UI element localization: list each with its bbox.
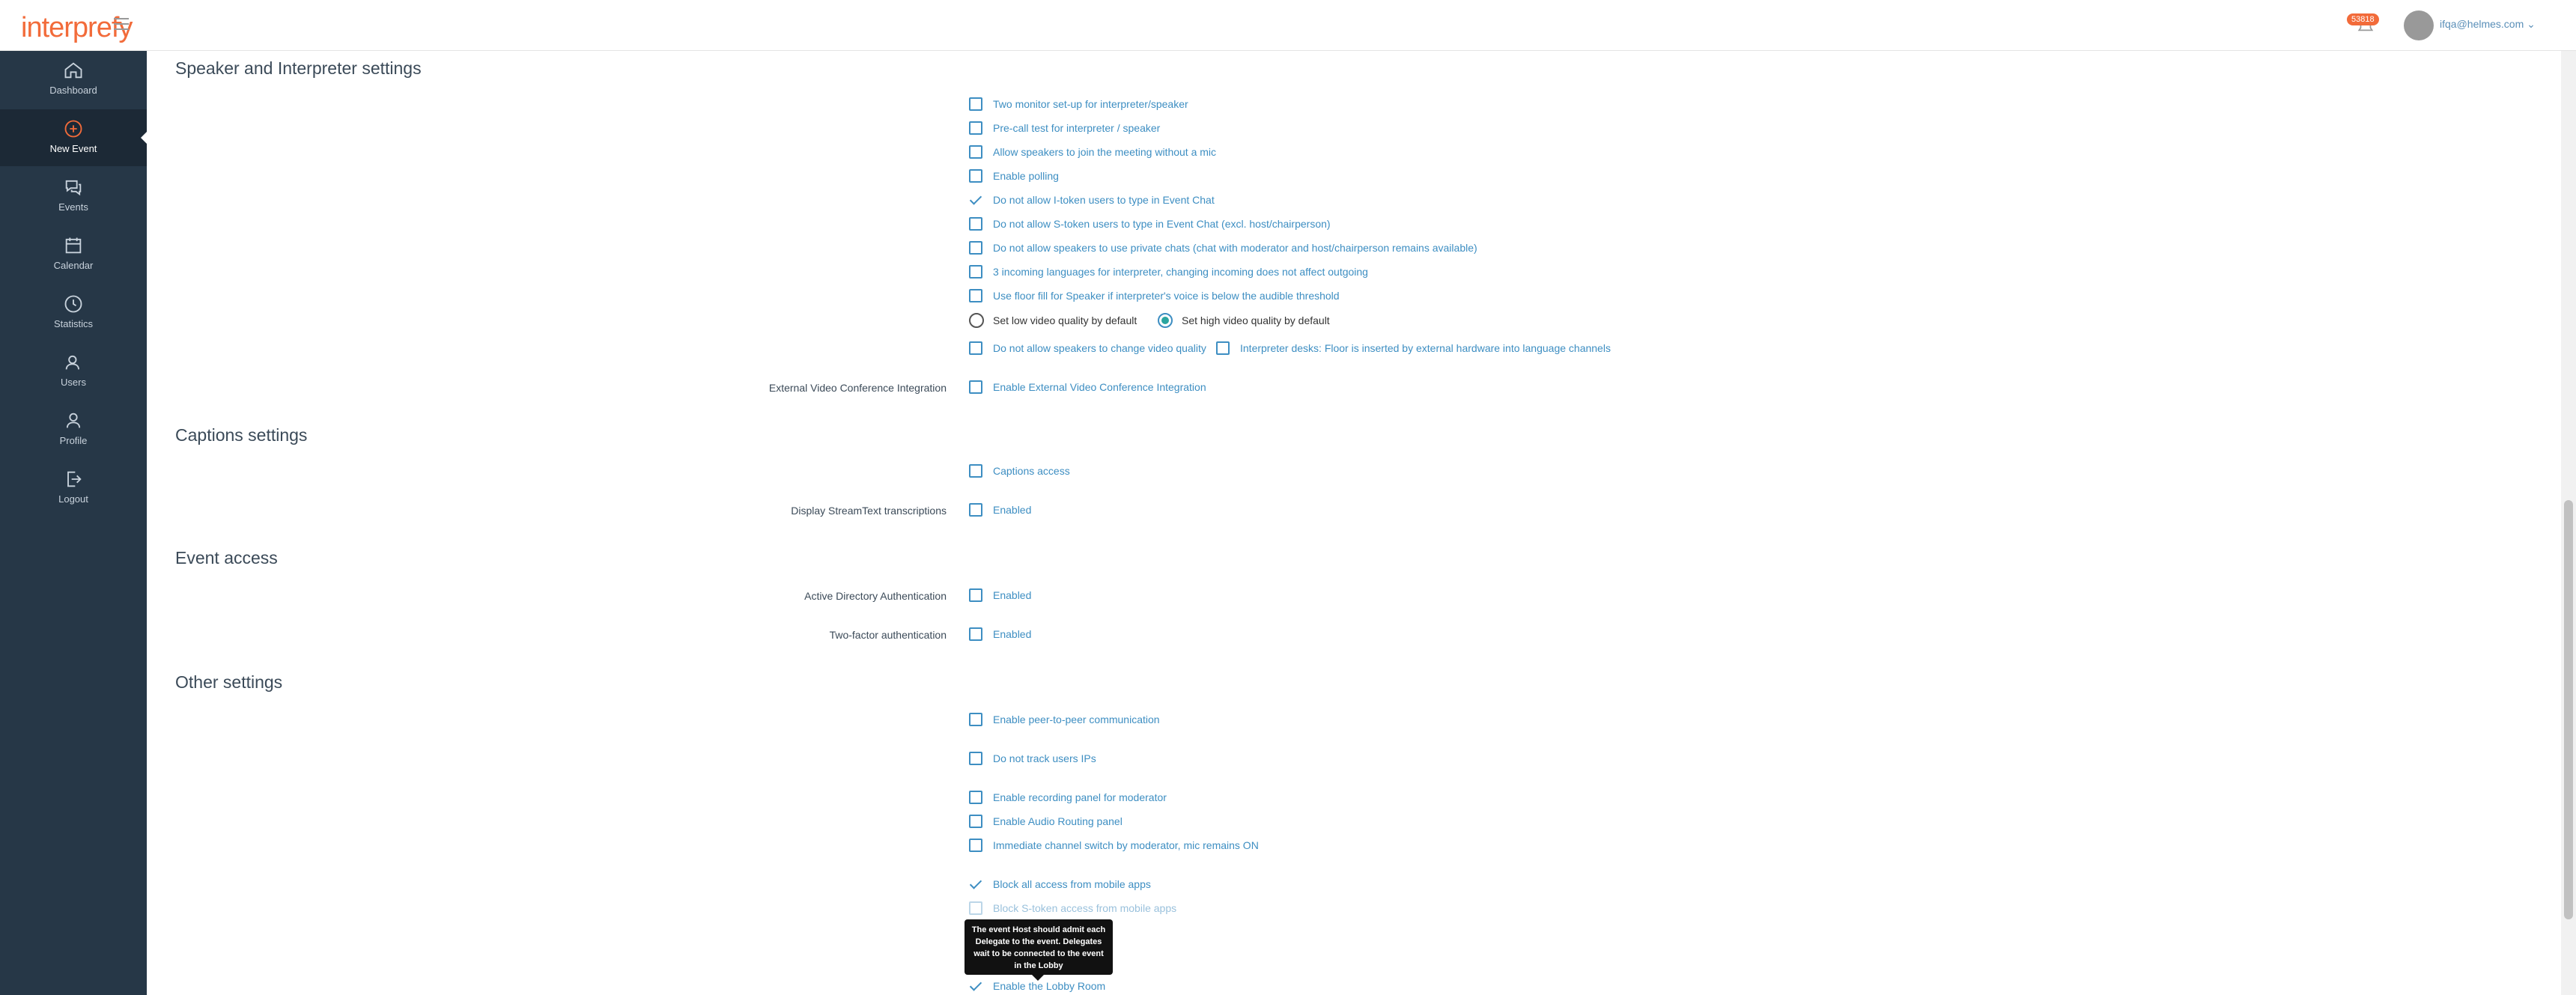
external-integration-label: External Video Conference Integration (768, 382, 947, 394)
home-icon (64, 62, 82, 79)
plus-circle-icon (64, 120, 82, 138)
option-channel-switch[interactable]: Immediate channel switch by moderator, m… (969, 839, 1259, 852)
checkbox-checked[interactable] (969, 193, 982, 207)
radio-low-quality[interactable]: Set low video quality by default (969, 313, 1137, 328)
checkbox[interactable] (969, 503, 982, 517)
checkbox[interactable] (969, 121, 982, 135)
option-active-directory[interactable]: Enabled (969, 588, 1031, 602)
section-title-event-access: Event access (175, 548, 278, 568)
scrollbar[interactable] (2561, 51, 2576, 995)
radio-high-quality[interactable]: Set high video quality by default (1158, 313, 1330, 328)
main-content: Speaker and Interpreter settings Two mon… (147, 51, 2557, 995)
option-p2p[interactable]: Enable peer-to-peer communication (969, 713, 1160, 726)
checkbox[interactable] (969, 752, 982, 765)
checkbox[interactable] (969, 588, 982, 602)
sidebar-item-profile[interactable]: Profile (0, 401, 147, 458)
logout-icon (67, 471, 82, 487)
sidebar-item-users[interactable]: Users (0, 343, 147, 400)
checkbox[interactable] (969, 241, 982, 255)
sidebar-item-events[interactable]: Events (0, 168, 147, 225)
option-block-s-token: Block S-token access from mobile apps (969, 901, 1176, 915)
checkbox[interactable] (969, 815, 982, 828)
option-pre-call-test[interactable]: Pre-call test for interpreter / speaker (969, 121, 1160, 135)
checkbox-checked[interactable] (969, 979, 982, 993)
checkbox[interactable] (969, 97, 982, 111)
sidebar-item-label: Events (58, 201, 88, 213)
checkbox-checked[interactable] (969, 877, 982, 891)
active-directory-label: Active Directory Authentication (804, 590, 947, 602)
option-captions-access[interactable]: Captions access (969, 464, 1070, 478)
sidebar-item-label: Dashboard (49, 85, 97, 96)
section-title-captions: Captions settings (175, 425, 308, 445)
option-track-ips[interactable]: Do not track users IPs (969, 752, 1096, 765)
radio-button-selected[interactable] (1158, 313, 1173, 328)
section-title-other: Other settings (175, 672, 283, 692)
streamtext-label: Display StreamText transcriptions (791, 505, 947, 517)
scroll-thumb[interactable] (2564, 500, 2573, 919)
option-lobby-room[interactable]: Enable the Lobby Room (969, 979, 1105, 993)
option-audio-routing[interactable]: Enable Audio Routing panel (969, 815, 1123, 828)
checkbox[interactable] (969, 839, 982, 852)
option-i-token-chat[interactable]: Do not allow I-token users to type in Ev… (969, 193, 1215, 207)
person-icon (66, 413, 81, 428)
checkbox[interactable] (969, 289, 982, 302)
sidebar-item-label: Statistics (53, 318, 93, 329)
sidebar-item-logout[interactable]: Logout (0, 460, 147, 517)
checkbox[interactable] (969, 464, 982, 478)
sidebar-item-dashboard[interactable]: Dashboard (0, 51, 147, 108)
checkbox[interactable] (969, 341, 982, 355)
option-s-token-chat[interactable]: Do not allow S-token users to type in Ev… (969, 217, 1331, 231)
avatar[interactable] (2404, 10, 2434, 40)
option-floor-fill[interactable]: Use floor fill for Speaker if interprete… (969, 289, 1340, 302)
option-three-incoming[interactable]: 3 incoming languages for interpreter, ch… (969, 265, 1368, 279)
checkbox[interactable] (969, 217, 982, 231)
section-title-speaker: Speaker and Interpreter settings (175, 58, 422, 78)
sidebar-item-label: Users (61, 377, 86, 388)
checkbox[interactable] (969, 791, 982, 804)
checkbox[interactable] (969, 713, 982, 726)
users-icon (65, 355, 79, 370)
checkbox[interactable] (969, 265, 982, 279)
option-video-change[interactable]: Do not allow speakers to change video qu… (969, 341, 1206, 355)
sidebar-item-label: New Event (49, 143, 97, 154)
option-enable-polling[interactable]: Enable polling (969, 169, 1059, 183)
option-block-mobile[interactable]: Block all access from mobile apps (969, 877, 1151, 891)
sidebar-item-label: Profile (59, 435, 88, 446)
checkbox[interactable] (1216, 341, 1230, 355)
checkbox[interactable] (969, 627, 982, 641)
sidebar-item-label: Calendar (53, 260, 94, 271)
option-external-integration[interactable]: Enable External Video Conference Integra… (969, 380, 1206, 394)
top-bar: interprefy 53818 ifqa@helmes.com ⌄ (0, 0, 2576, 51)
option-private-chats[interactable]: Do not allow speakers to use private cha… (969, 241, 1477, 255)
checkbox-disabled (969, 901, 982, 915)
option-speakers-without-mic[interactable]: Allow speakers to join the meeting witho… (969, 145, 1216, 159)
option-recording-panel[interactable]: Enable recording panel for moderator (969, 791, 1167, 804)
two-factor-label: Two-factor authentication (829, 629, 947, 641)
sidebar: Dashboard New Event Events Calendar Stat… (0, 51, 147, 995)
option-two-factor[interactable]: Enabled (969, 627, 1031, 641)
checkbox[interactable] (969, 169, 982, 183)
option-streamtext[interactable]: Enabled (969, 503, 1031, 517)
notification-badge: 53818 (2347, 13, 2379, 25)
menu-toggle-icon[interactable] (114, 18, 129, 34)
user-menu[interactable]: ifqa@helmes.com ⌄ (2440, 18, 2536, 31)
chat-bubbles-icon (65, 180, 82, 196)
sidebar-item-new-event[interactable]: New Event (0, 109, 147, 166)
clock-icon (64, 295, 82, 313)
radio-button[interactable] (969, 313, 984, 328)
sidebar-item-calendar[interactable]: Calendar (0, 226, 147, 283)
sidebar-item-label: Logout (58, 493, 88, 505)
checkbox[interactable] (969, 145, 982, 159)
option-interpreter-desks[interactable]: Interpreter desks: Floor is inserted by … (1216, 341, 1611, 355)
calendar-icon (65, 237, 82, 254)
sidebar-item-statistics[interactable]: Statistics (0, 284, 147, 341)
checkbox[interactable] (969, 380, 982, 394)
lobby-tooltip: The event Host should admit each Delegat… (965, 919, 1113, 981)
option-two-monitor[interactable]: Two monitor set-up for interpreter/speak… (969, 97, 1188, 111)
